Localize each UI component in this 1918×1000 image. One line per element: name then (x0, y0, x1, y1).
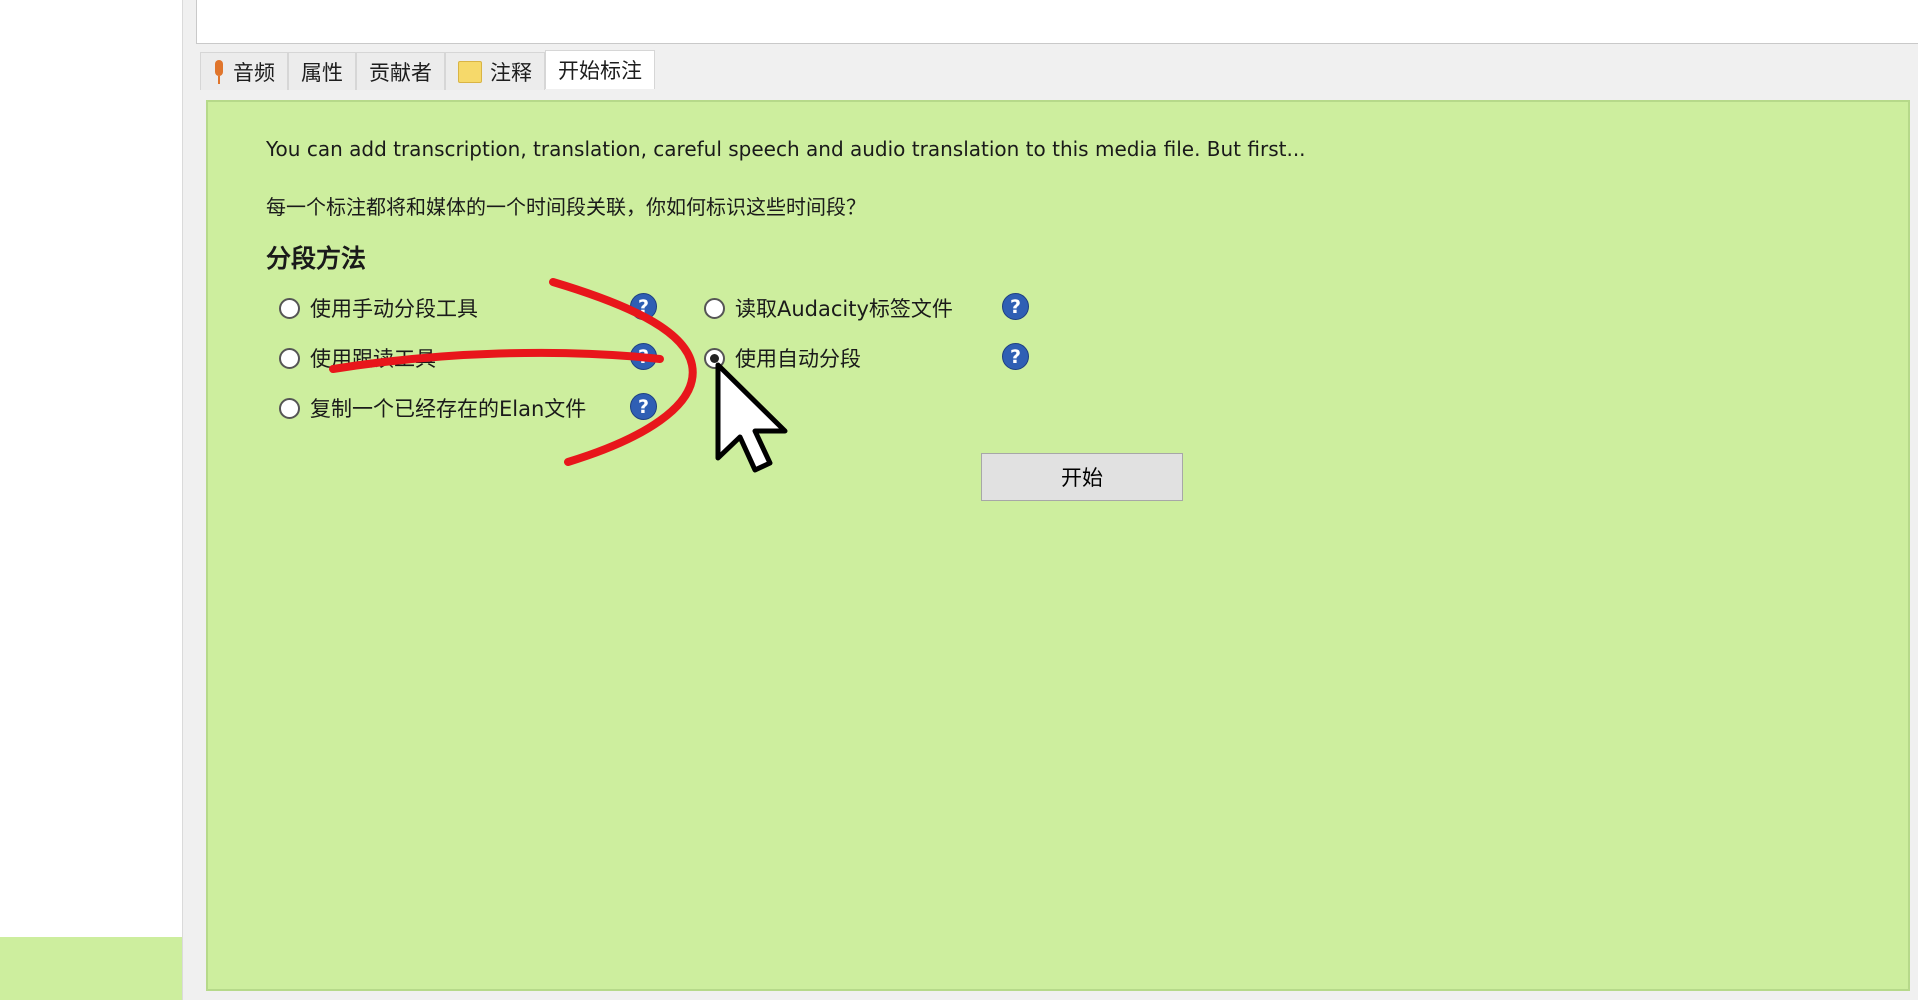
tab-start-annotating-label: 开始标注 (558, 59, 642, 83)
auto-segmentation-label: 使用自动分段 (735, 347, 861, 371)
tab-start-annotating[interactable]: 开始标注 (545, 50, 655, 89)
tab-audio[interactable]: 音频 (200, 52, 288, 90)
oral-annotation-label: 使用跟读工具 (310, 347, 436, 371)
tab-contributors[interactable]: 贡献者 (356, 52, 445, 90)
microphone-icon (213, 59, 225, 84)
tab-notes-label: 注释 (490, 60, 532, 85)
left-pane-highlight (0, 937, 182, 1000)
oral-annotation-radio[interactable] (279, 347, 300, 369)
manual-segmentation-radio[interactable] (279, 297, 300, 319)
copy-elan-help-icon[interactable]: ? (630, 393, 657, 420)
tab-bar: 音频 属性 贡献者 注释 开始标注 (200, 50, 655, 90)
option-copy-elan-file[interactable]: 复制一个已经存在的Elan文件 (279, 393, 586, 423)
audacity-labels-radio[interactable] (704, 297, 725, 319)
main-window: 音频 属性 贡献者 注释 开始标注 You can add transcript… (182, 0, 1918, 1000)
manual-segmentation-label: 使用手动分段工具 (310, 297, 478, 321)
auto-segmentation-help-icon[interactable]: ? (1002, 343, 1029, 370)
tab-audio-label: 音频 (233, 60, 275, 85)
segmentation-question: 每一个标注都将和媒体的一个时间段关联，你如何标识这些时间段？ (266, 195, 866, 219)
tab-contributors-label: 贡献者 (369, 60, 432, 85)
option-manual-segmentation[interactable]: 使用手动分段工具 (279, 293, 478, 323)
option-oral-annotation-tool[interactable]: 使用跟读工具 (279, 343, 436, 373)
left-pane (0, 0, 182, 1000)
tab-notes[interactable]: 注释 (445, 52, 545, 90)
audacity-labels-help-icon[interactable]: ? (1002, 293, 1029, 320)
tab-properties-label: 属性 (301, 60, 343, 85)
intro-text: You can add transcription, translation, … (266, 137, 1306, 161)
option-auto-segmentation[interactable]: 使用自动分段 (704, 343, 861, 373)
annotation-setup-panel: You can add transcription, translation, … (206, 100, 1910, 991)
segmentation-method-heading: 分段方法 (266, 244, 367, 273)
tab-properties[interactable]: 属性 (288, 52, 356, 90)
oral-annotation-help-icon[interactable]: ? (630, 343, 657, 370)
audacity-labels-label: 读取Audacity标签文件 (735, 297, 953, 321)
note-icon (458, 60, 482, 83)
media-details-area (196, 0, 1918, 44)
start-button[interactable]: 开始 (981, 453, 1183, 501)
auto-segmentation-radio[interactable] (704, 347, 725, 369)
manual-segmentation-help-icon[interactable]: ? (630, 293, 657, 320)
copy-elan-radio[interactable] (279, 397, 300, 419)
option-audacity-labels[interactable]: 读取Audacity标签文件 (704, 293, 953, 323)
copy-elan-label: 复制一个已经存在的Elan文件 (310, 397, 587, 421)
